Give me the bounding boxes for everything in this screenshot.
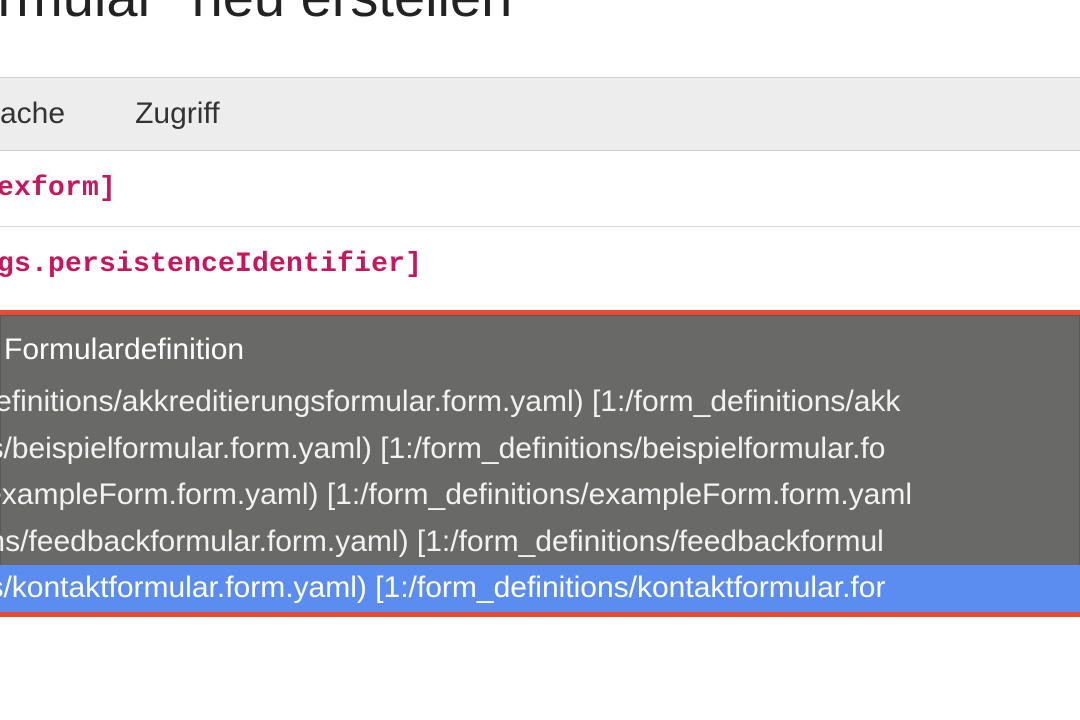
dropdown-option[interactable]: m_definitions/exampleForm.form.yaml) [1:… xyxy=(0,472,1080,519)
tech-label-persistence: ngs.persistenceIdentifier] xyxy=(0,249,422,280)
tab-bar: ache Zugriff xyxy=(0,77,1080,151)
page-title: te "Formular" neu erstellen xyxy=(0,0,1080,49)
dropdown-option-selected[interactable]: orm_definitions/kontaktformular.form.yam… xyxy=(0,565,1080,612)
dropdown-header: Formulardefinition xyxy=(0,329,1080,379)
field-row-persistence: ngs.persistenceIdentifier] xyxy=(0,227,1080,302)
tab-zugriff[interactable]: Zugriff xyxy=(105,79,249,149)
field-row-flexform: lexform] xyxy=(0,151,1080,227)
dropdown-highlight-frame: Formulardefinition ular (1:/form_definit… xyxy=(0,310,1080,617)
dropdown-option[interactable]: /form_definitions/feedbackformular.form.… xyxy=(0,519,1080,566)
tab-sprache[interactable]: ache xyxy=(0,79,95,149)
tech-label-flexform: lexform] xyxy=(0,173,116,204)
form-definition-select[interactable]: Formulardefinition ular (1:/form_definit… xyxy=(0,315,1080,612)
dropdown-option[interactable]: orm_definitions/beispielformular.form.ya… xyxy=(0,426,1080,473)
dropdown-option[interactable]: ular (1:/form_definitions/akkreditierung… xyxy=(0,379,1080,426)
